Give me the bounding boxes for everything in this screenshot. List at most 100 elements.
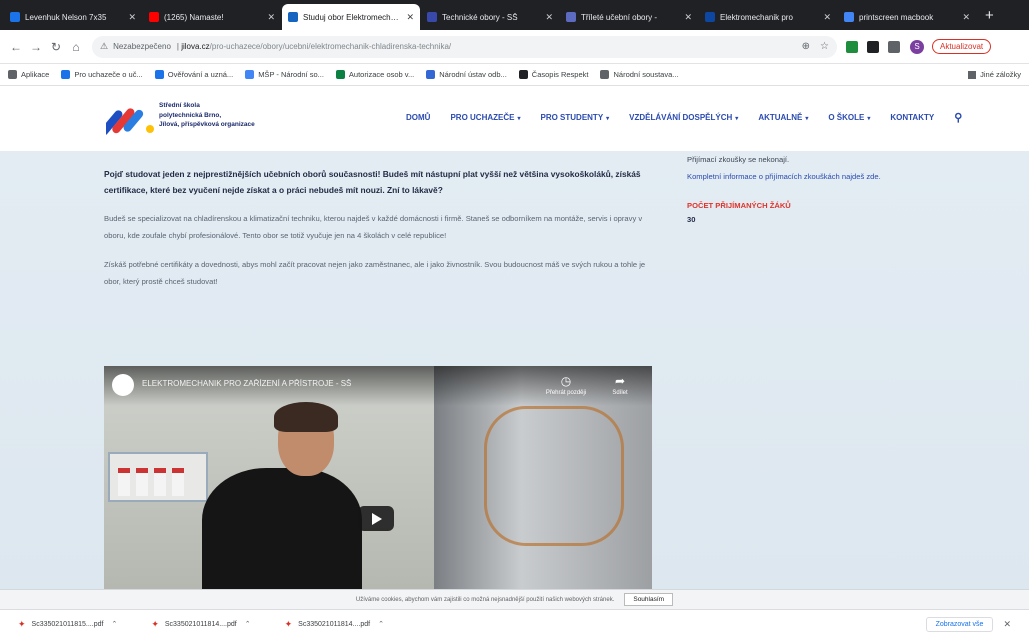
school-logo[interactable] xyxy=(106,102,156,136)
bookmark-favicon-icon xyxy=(600,70,610,79)
tab-favicon-icon xyxy=(566,12,576,22)
nav-item[interactable]: PRO STUDENTY ▾ xyxy=(540,113,609,122)
nav-item-label: PRO UCHAZEČE xyxy=(450,113,515,122)
pdf-file-icon: ✦ xyxy=(151,618,159,629)
bookmark-item[interactable]: Národní soustava... xyxy=(600,70,679,79)
tab-title: Studuj obor Elektromechanik xyxy=(303,12,403,22)
exam-info-link[interactable]: Kompletní informace o přijímacích zkoušk… xyxy=(687,168,927,185)
paragraph-specialization: Budeš se specializovat na chladírenskou … xyxy=(104,214,643,240)
browser-tab[interactable]: Studuj obor Elektromechanik ✕ xyxy=(282,4,420,30)
tab-close-icon[interactable]: ✕ xyxy=(406,12,414,23)
folder-icon xyxy=(968,70,977,79)
browser-tab[interactable]: Tříleté učební obory - ✕ xyxy=(560,4,698,30)
site-header: Střední škola polytechnická Brno, Jílová… xyxy=(0,86,1029,151)
pdf-file-icon: ✦ xyxy=(18,618,26,629)
youtube-video[interactable]: ELEKTROMECHANIK PRO ZAŘÍZENÍ A PŘÍSTROJE… xyxy=(104,366,652,589)
reload-icon[interactable]: ↻ xyxy=(46,40,66,54)
browser-tab[interactable]: Levenhuk Nelson 7x35 ✕ xyxy=(4,4,142,30)
tab-close-icon[interactable]: ✕ xyxy=(684,12,692,23)
download-item[interactable]: ✦ Sc335021011815....pdf ⌃ xyxy=(18,619,117,630)
main-navigation: DOMŮ PRO UCHAZEČE ▾ PRO STUDENTY ▾ VZDĚLÁVÁNÍ… xyxy=(406,111,962,124)
download-item[interactable]: ✦ Sc335021011814....pdf ⌃ xyxy=(285,619,384,630)
warning-icon[interactable]: ⚠ xyxy=(100,41,108,52)
tab-close-icon[interactable]: ✕ xyxy=(962,12,970,23)
browser-tab[interactable]: Elektromechanik pro ✕ xyxy=(699,4,837,30)
chevron-up-icon[interactable]: ⌃ xyxy=(245,620,251,628)
bookmark-item[interactable]: Pro uchazeče o uč... xyxy=(61,70,143,79)
bookmark-label: Časopis Respekt xyxy=(531,70,589,79)
chevron-up-icon[interactable]: ⌃ xyxy=(378,620,384,628)
puzzle-extension-icon[interactable] xyxy=(867,40,879,53)
tab-close-icon[interactable]: ✕ xyxy=(545,12,553,23)
nav-item[interactable]: VZDĚLÁVÁNÍ DOSPĚLÝCH ▾ xyxy=(629,113,738,122)
browser-tab[interactable]: (1265) Namaste! ✕ xyxy=(143,4,281,30)
tab-favicon-icon xyxy=(844,12,854,22)
search-icon[interactable]: ⚲ xyxy=(954,111,962,124)
pdf-file-icon: ✦ xyxy=(284,618,293,629)
tab-title: printscreen macbook xyxy=(859,12,934,22)
nav-item[interactable]: AKTUALNĚ ▾ xyxy=(758,113,808,122)
profile-avatar[interactable]: S xyxy=(910,39,924,54)
nav-item[interactable]: KONTAKTY xyxy=(890,113,934,122)
download-item[interactable]: ✦ Sc335021011814....pdf ⌃ xyxy=(151,619,250,630)
bookmark-item[interactable]: Ověřování a uzná... xyxy=(154,70,234,79)
watch-later-button[interactable]: ◷ Přehrát později xyxy=(544,374,588,396)
bookmark-label: Autorizace osob v... xyxy=(348,70,415,79)
bookmark-star-icon[interactable]: ☆ xyxy=(820,41,829,52)
tab-favicon-icon xyxy=(149,12,159,22)
bookmark-label: Národní soustava... xyxy=(613,70,679,79)
other-bookmarks[interactable]: Jiné záložky xyxy=(968,70,1021,79)
download-filename: Sc335021011815....pdf xyxy=(31,620,104,628)
video-title[interactable]: ELEKTROMECHANIK PRO ZAŘÍZENÍ A PŘÍSTROJE… xyxy=(142,379,472,388)
main-column: Pojď studovat jeden z nejprestižnějších … xyxy=(104,151,664,290)
bookmark-item[interactable]: MŠP - Národní so... xyxy=(245,70,324,79)
tab-favicon-icon xyxy=(427,12,437,22)
home-icon[interactable]: ⌂ xyxy=(66,40,86,54)
nav-item-label: VZDĚLÁVÁNÍ DOSPĚLÝCH xyxy=(629,113,733,122)
school-name[interactable]: Střední škola polytechnická Brno, Jílová… xyxy=(159,101,299,130)
chevron-down-icon: ▾ xyxy=(805,116,809,122)
tab-title: (1265) Namaste! xyxy=(164,12,224,22)
forward-icon[interactable]: → xyxy=(26,40,46,54)
browser-tab[interactable]: printscreen macbook ✕ xyxy=(838,4,976,30)
nav-item[interactable]: O ŠKOLE ▾ xyxy=(828,113,870,122)
browser-tab[interactable]: Technické obory - SŠ ✕ xyxy=(421,4,559,30)
bookmark-item[interactable]: Časopis Respekt xyxy=(518,70,589,79)
bookmark-label: Národní ústav odb... xyxy=(439,70,507,79)
zoom-icon[interactable]: ⊕ xyxy=(802,41,810,52)
bookmark-item[interactable]: Národní ústav odb... xyxy=(426,70,507,79)
extension-icon[interactable] xyxy=(846,40,858,53)
chevron-up-icon[interactable]: ⌃ xyxy=(111,620,117,628)
tab-title: Technické obory - SŠ xyxy=(442,12,518,22)
show-all-downloads-button[interactable]: Zobrazovat vše xyxy=(925,616,994,632)
nav-item-label: DOMŮ xyxy=(406,113,431,122)
channel-avatar[interactable] xyxy=(112,374,134,396)
close-icon[interactable]: ✕ xyxy=(1003,619,1011,630)
bookmark-label: Aplikace xyxy=(21,70,50,79)
nav-item[interactable]: DOMŮ xyxy=(406,113,430,122)
tab-close-icon[interactable]: ✕ xyxy=(128,12,136,23)
bookmark-favicon-icon xyxy=(154,70,164,79)
tab-favicon-icon xyxy=(288,12,298,22)
nav-item[interactable]: PRO UCHAZEČE ▾ xyxy=(450,113,520,122)
new-tab-button[interactable]: + xyxy=(977,4,1002,30)
cookie-consent-bar: Užíváme cookies, abychom vám zajistili c… xyxy=(0,589,1029,609)
bookmark-label: Ověřování a uzná... xyxy=(167,70,234,79)
clock-icon: ◷ xyxy=(560,374,572,388)
back-icon[interactable]: ← xyxy=(6,40,26,54)
address-bar[interactable]: ⚠ Nezabezpečeno | jilova.cz /pro-uchazec… xyxy=(92,35,837,58)
chevron-down-icon: ▾ xyxy=(867,116,871,122)
play-button[interactable] xyxy=(358,506,394,531)
bookmark-favicon-icon xyxy=(426,70,436,79)
tab-close-icon[interactable]: ✕ xyxy=(267,12,275,23)
tab-close-icon[interactable]: ✕ xyxy=(823,12,831,23)
share-button[interactable]: ➦ Sdílet xyxy=(598,374,642,396)
tab-title: Elektromechanik pro xyxy=(720,12,793,22)
cookie-accept-button[interactable]: Souhlasím xyxy=(624,593,674,606)
web-page: Střední škola polytechnická Brno, Jílová… xyxy=(0,86,1029,589)
bookmark-item[interactable]: Autorizace osob v... xyxy=(335,70,415,79)
address-host: jilova.cz xyxy=(181,42,210,51)
reading-list-icon[interactable] xyxy=(888,40,900,53)
bookmark-item[interactable]: Aplikace xyxy=(8,70,49,79)
update-chrome-button[interactable]: Aktualizovat xyxy=(932,39,992,54)
